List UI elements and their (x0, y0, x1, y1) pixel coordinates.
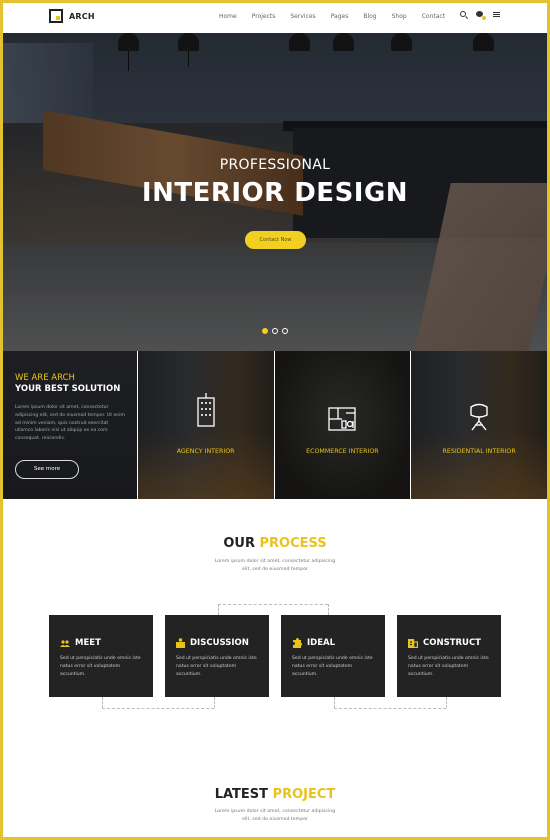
chair-icon (468, 403, 490, 435)
process-title-highlight: PROCESS (259, 536, 327, 551)
process-step-text: Sed ut perspiciatis unde omnis iste natu… (292, 656, 373, 677)
main-nav: Home Projects Services Pages Blog Shop C… (219, 13, 460, 20)
users-icon (60, 633, 70, 652)
logo[interactable]: ARCH (49, 9, 95, 23)
process-step-title: CONSTRUCT (423, 637, 481, 648)
nav-blog[interactable]: Blog (363, 13, 376, 20)
puzzle-icon (292, 633, 303, 652)
slider-dot-1[interactable] (262, 328, 268, 334)
hero-subtitle: PROFESSIONAL (219, 157, 331, 173)
connector-bottom (334, 708, 446, 709)
process-subtitle-line: Lorem ipsum dolor sit amet, consectetur … (214, 559, 336, 564)
process-step-title: MEET (75, 637, 101, 648)
nav-contact[interactable]: Contact (422, 13, 445, 20)
service-ecommerce[interactable]: ECOMMERCE INTERIOR (274, 351, 411, 499)
slider-dot-3[interactable] (282, 328, 288, 334)
process-title: OUR PROCESS (3, 536, 547, 551)
latest-subtitle: Lorem ipsum dolor sit amet, consectetur … (3, 808, 547, 824)
construct-icon (408, 633, 418, 652)
process-card-discussion: DISCUSSION Sed ut perspiciatis unde omni… (165, 615, 269, 697)
see-more-button[interactable]: See more (15, 460, 79, 479)
intro-text: Lorem ipsum dolor sit amet, consectetur … (15, 405, 125, 442)
connector-bottom (102, 697, 103, 708)
slider-dot-2[interactable] (272, 328, 278, 334)
nav-projects[interactable]: Projects (252, 13, 276, 20)
latest-subtitle-line: Lorem ipsum dolor sit amet, consectetur … (214, 809, 336, 814)
process-card-ideal: IDEAL Sed ut perspiciatis unde omnis ist… (281, 615, 385, 697)
latest-title-highlight: PROJECT (272, 787, 336, 802)
service-agency[interactable]: AGENCY INTERIOR (137, 351, 274, 499)
site-header: ARCH Home Projects Services Pages Blog S… (3, 3, 547, 33)
chat-icon[interactable] (476, 11, 486, 20)
nav-services[interactable]: Services (290, 13, 315, 20)
nav-pages[interactable]: Pages (331, 13, 349, 20)
latest-title-main: LATEST (214, 787, 269, 802)
process-step-text: Sed ut perspiciatis unde omnis iste natu… (176, 656, 257, 677)
floorplan-icon (328, 407, 357, 435)
contact-now-button[interactable]: Contact Now (245, 231, 306, 249)
connector-top (218, 604, 219, 615)
menu-icon[interactable] (493, 11, 500, 17)
brand-name: ARCH (69, 11, 95, 21)
latest-title: LATEST PROJECT (3, 787, 547, 802)
search-icon[interactable] (460, 11, 466, 17)
connector-top (328, 604, 329, 615)
process-step-title: DISCUSSION (190, 637, 249, 648)
connector-bottom (446, 697, 447, 708)
process-step-text: Sed ut perspiciatis unde omnis iste natu… (60, 656, 141, 677)
nav-home[interactable]: Home (219, 13, 237, 20)
discussion-icon (176, 633, 185, 652)
connector-bottom (214, 697, 215, 708)
process-subtitle-line: elit, sed do eiusmod tempor (242, 567, 308, 572)
services-strip: WE ARE ARCH YOUR BEST SOLUTION Lorem ips… (3, 351, 547, 499)
service-residential[interactable]: RESIDENTIAL INTERIOR (411, 351, 547, 499)
slider-dots (262, 328, 292, 334)
building-icon (195, 393, 217, 431)
process-title-main: OUR (223, 536, 255, 551)
intro-kicker: WE ARE ARCH (15, 373, 75, 383)
connector-top (218, 604, 328, 605)
process-card-meet: MEET Sed ut perspiciatis unde omnis iste… (49, 615, 153, 697)
process-step-text: Sed ut perspiciatis unde omnis iste natu… (408, 656, 489, 677)
hero-title: INTERIOR DESIGN (141, 178, 409, 208)
latest-subtitle-line: elit, sed do eiusmod tempor (242, 817, 308, 822)
service-label: AGENCY INTERIOR (176, 448, 235, 455)
process-card-construct: CONSTRUCT Sed ut perspiciatis unde omnis… (397, 615, 501, 697)
service-label: RESIDENTIAL INTERIOR (442, 448, 516, 455)
header-actions (460, 11, 510, 20)
process-subtitle: Lorem ipsum dolor sit amet, consectetur … (3, 558, 547, 574)
nav-shop[interactable]: Shop (392, 13, 407, 20)
service-label: ECOMMERCE INTERIOR (306, 448, 379, 455)
logo-icon (49, 9, 63, 23)
hero-slider: PROFESSIONAL INTERIOR DESIGN Contact Now (3, 33, 547, 351)
intro-panel: WE ARE ARCH YOUR BEST SOLUTION Lorem ips… (3, 351, 137, 499)
connector-bottom (334, 697, 335, 708)
intro-heading: YOUR BEST SOLUTION (15, 384, 121, 394)
connector-bottom (102, 708, 214, 709)
page-frame: ARCH Home Projects Services Pages Blog S… (3, 3, 547, 837)
process-step-title: IDEAL (307, 637, 336, 648)
